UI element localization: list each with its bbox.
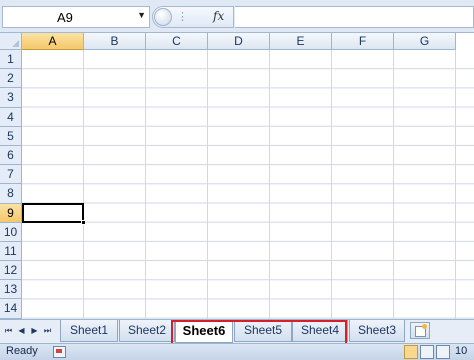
row-header-1[interactable]: 1 xyxy=(0,50,22,70)
first-sheet-icon[interactable]: ⏮ xyxy=(3,324,14,338)
previous-sheet-icon[interactable]: ◀ xyxy=(16,324,27,338)
row-header-8[interactable]: 8 xyxy=(0,184,22,204)
sheet-tab-sheet2[interactable]: Sheet2 xyxy=(119,320,175,342)
page-break-view-icon[interactable] xyxy=(436,345,450,359)
row-header-9[interactable]: 9 xyxy=(0,203,22,223)
status-text: Ready xyxy=(6,345,38,357)
formula-input[interactable] xyxy=(235,6,474,28)
name-box-value: A9 xyxy=(57,10,73,25)
column-header-e[interactable]: E xyxy=(270,33,332,50)
sheet-tab-sheet1[interactable]: Sheet1 xyxy=(60,320,118,342)
column-header-d[interactable]: D xyxy=(208,33,270,50)
view-buttons xyxy=(404,345,450,359)
row-headers: 1 2 3 4 5 6 7 8 9 10 11 12 13 14 xyxy=(0,50,22,319)
normal-view-icon[interactable] xyxy=(404,345,418,359)
cell-grid[interactable] xyxy=(22,50,474,319)
row-header-4[interactable]: 4 xyxy=(0,107,22,127)
column-header-c[interactable]: C xyxy=(146,33,208,50)
macro-recording-icon[interactable] xyxy=(53,346,66,358)
name-box[interactable]: A9 ▼ xyxy=(2,6,150,28)
active-cell[interactable] xyxy=(22,203,84,223)
row-header-11[interactable]: 11 xyxy=(0,241,22,262)
row-header-3[interactable]: 3 xyxy=(0,88,22,108)
resize-handle-icon[interactable]: ⋮ xyxy=(177,10,189,23)
row-header-7[interactable]: 7 xyxy=(0,165,22,185)
row-header-10[interactable]: 10 xyxy=(0,222,22,242)
row-header-2[interactable]: 2 xyxy=(0,69,22,89)
zoom-level[interactable]: 10 xyxy=(455,345,467,357)
insert-sheet-icon[interactable] xyxy=(410,322,430,339)
select-all-button[interactable] xyxy=(0,33,22,50)
page-layout-view-icon[interactable] xyxy=(420,345,434,359)
last-sheet-icon[interactable]: ⏭ xyxy=(42,324,53,338)
row-header-14[interactable]: 14 xyxy=(0,299,22,319)
column-header-f[interactable]: F xyxy=(332,33,394,50)
next-sheet-icon[interactable]: ▶ xyxy=(29,324,40,338)
row-header-6[interactable]: 6 xyxy=(0,145,22,166)
fill-handle[interactable] xyxy=(81,220,86,225)
formula-bar: A9 ▼ ⋮ fx xyxy=(0,0,474,33)
formula-controls: ⋮ fx xyxy=(152,6,234,28)
row-header-13[interactable]: 13 xyxy=(0,280,22,300)
expand-button[interactable] xyxy=(154,8,172,26)
column-header-b[interactable]: B xyxy=(84,33,146,50)
dropdown-arrow-icon[interactable]: ▼ xyxy=(137,10,146,20)
row-header-12[interactable]: 12 xyxy=(0,261,22,281)
column-header-a[interactable]: A xyxy=(22,33,84,50)
insert-function-button[interactable]: fx xyxy=(213,9,224,23)
column-header-g[interactable]: G xyxy=(394,33,456,50)
column-headers: ABCDEFG xyxy=(22,33,456,50)
sheet-tab-sheet3[interactable]: Sheet3 xyxy=(349,320,405,342)
tab-navigation: ⏮ ◀ ▶ ⏭ xyxy=(3,324,53,338)
row-header-5[interactable]: 5 xyxy=(0,126,22,146)
status-bar: Ready 10 xyxy=(0,343,474,360)
